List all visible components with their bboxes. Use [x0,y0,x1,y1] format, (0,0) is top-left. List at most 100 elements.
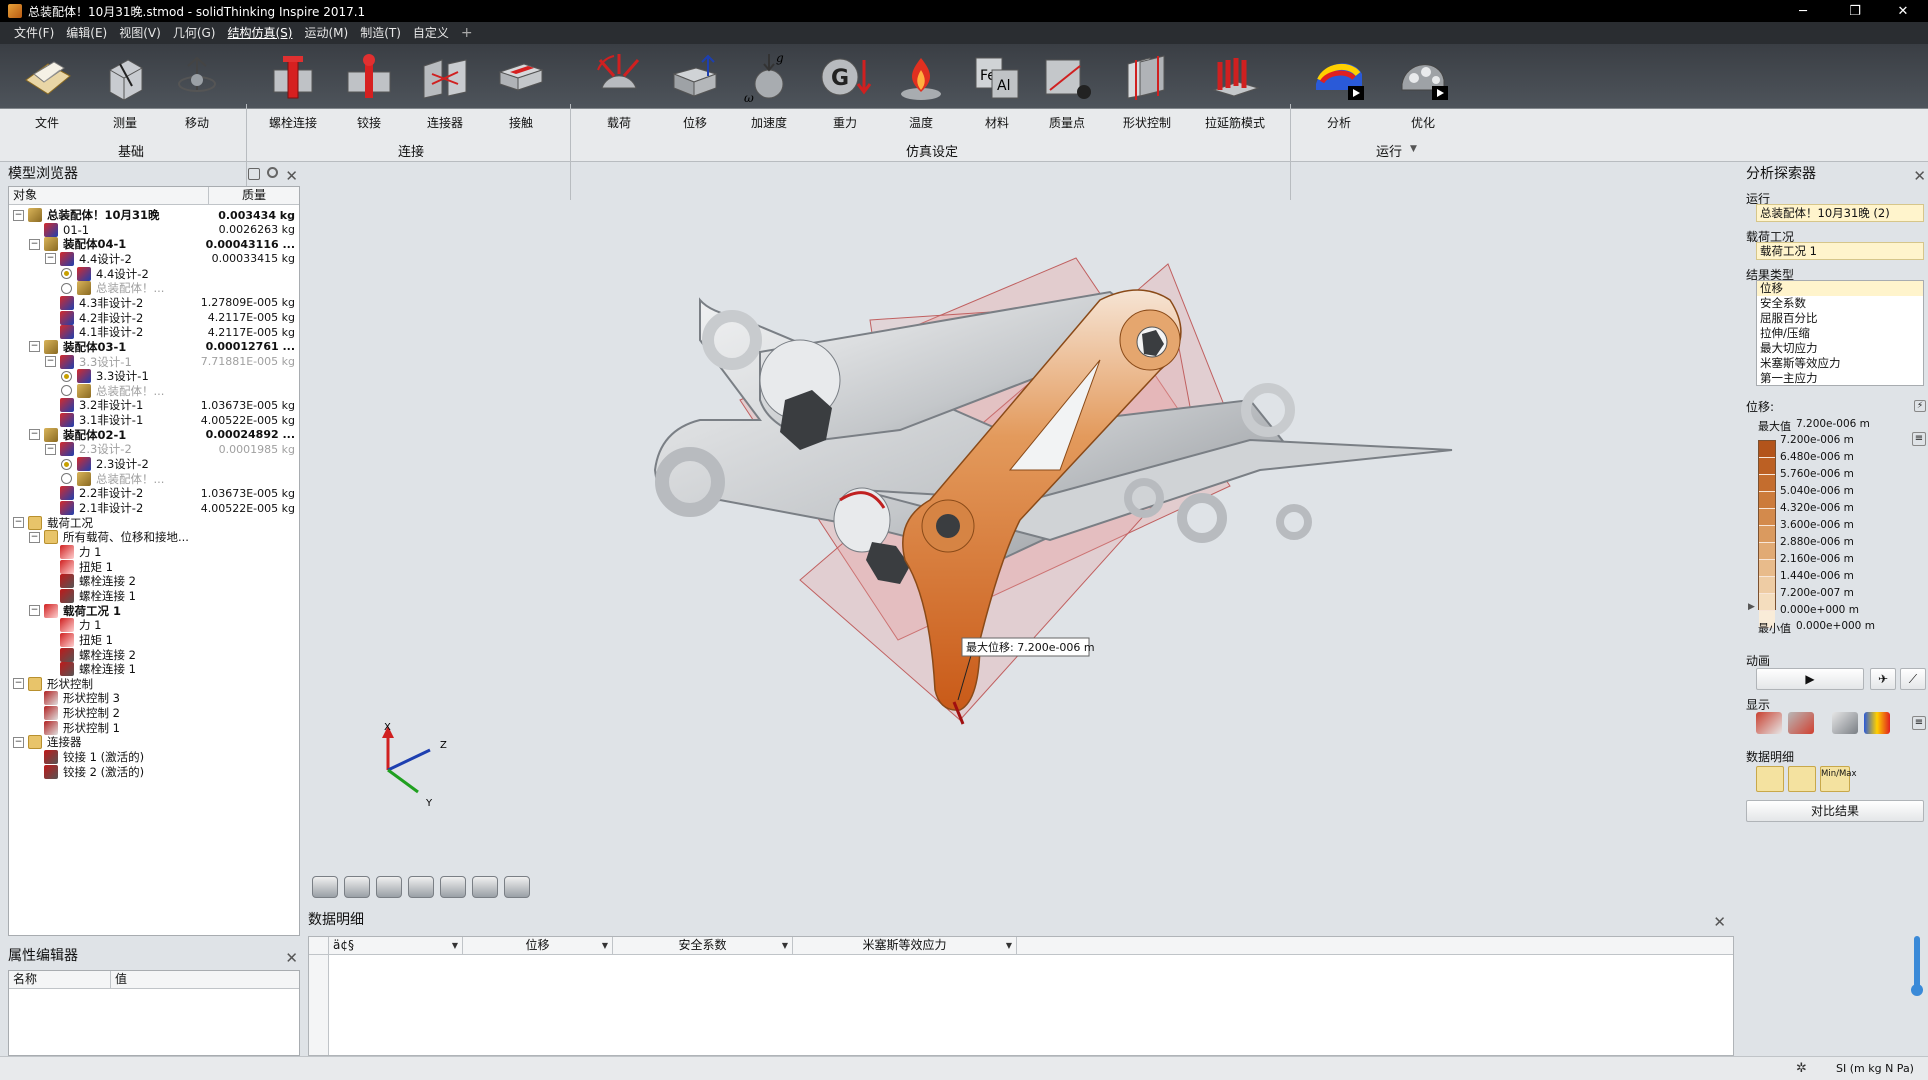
column-header-name[interactable]: ä¢§ ▼ [329,937,463,954]
collapse-toggle-icon[interactable]: − [13,209,24,221]
frame-mount-hole[interactable] [1276,504,1312,540]
acceleration-tool-button[interactable]: gω 加速度 [736,50,802,131]
result-type-item[interactable]: 拉伸/压缩 [1757,326,1923,341]
file-tool-button[interactable]: 文件 [14,50,80,131]
collapse-toggle-icon[interactable]: − [45,356,56,367]
collapse-toggle-icon[interactable]: − [29,605,40,617]
bolt-tool-button[interactable]: 螺栓连接 [260,50,326,131]
minmax-button[interactable]: Min/Max [1820,766,1857,792]
collapse-toggle-icon[interactable]: − [45,443,56,455]
result-type-item[interactable]: 第一主应力 [1757,371,1923,386]
table-icon[interactable] [1788,766,1816,792]
variant-radio[interactable] [61,282,72,294]
legend-options-icon[interactable]: ⚡ [1914,400,1926,412]
section-cut-icon[interactable] [376,876,402,898]
variant-radio[interactable] [61,458,72,470]
contour-icon[interactable] [1864,712,1890,734]
pin-icon[interactable] [248,168,260,180]
column-header-von-mises[interactable]: 米塞斯等效应力 ▼ [793,937,1017,954]
variant-radio[interactable] [61,268,72,280]
temperature-tool-button[interactable]: 温度 [888,50,954,131]
collapse-toggle-icon[interactable]: − [29,429,40,441]
chevron-down-icon[interactable]: ▼ [452,937,458,954]
rotate-view-icon[interactable] [472,876,498,898]
3d-viewport[interactable]: 最大位移: 7.200e-006 m X Z Y [300,162,1730,902]
collapse-toggle-icon[interactable]: − [13,517,24,529]
measure-tool-button[interactable]: 测量 [92,50,158,131]
load-tool-button[interactable]: 载荷 [586,50,652,131]
analyze-tool-button[interactable]: 分析 [1306,50,1372,131]
zoom-icon[interactable] [440,876,466,898]
close-icon[interactable]: ✕ [1713,910,1726,934]
scrollbar-thumb[interactable] [1914,936,1920,988]
variant-radio[interactable] [61,385,72,397]
result-type-item[interactable]: 位移 [1757,281,1923,296]
chevron-down-icon[interactable]: ▼ [1006,937,1012,954]
display-menu-icon[interactable]: ≡ [1912,716,1926,730]
joint-tool-button[interactable]: 铰接 [336,50,402,131]
menu-manufacture[interactable]: 制造(T) [354,22,407,44]
camera-icon[interactable] [344,876,370,898]
menu-structure-sim[interactable]: 结构仿真(S) [221,22,298,44]
probe-icon[interactable] [1756,766,1784,792]
column-header-mass[interactable]: 质量 [209,187,299,204]
collapse-toggle-icon[interactable]: − [13,736,24,748]
mass-point-tool-button[interactable]: 质量点 [1034,50,1100,131]
result-type-item[interactable]: 最大切应力 [1757,341,1923,356]
result-type-item[interactable]: 安全系数 [1757,296,1923,311]
settings-gear-icon[interactable]: ✲ [1796,1061,1807,1076]
menu-customize[interactable]: 自定义 [407,22,455,44]
close-icon[interactable]: ✕ [285,946,298,970]
column-header-object[interactable]: 对象 [9,187,209,204]
undeformed-shape-icon[interactable] [1788,712,1814,734]
draw-bead-tool-button[interactable]: 拉延筋模式 [1202,50,1268,131]
search-icon[interactable] [267,167,278,178]
restore-button[interactable]: ❐ [1832,0,1878,22]
unit-system-label[interactable]: SI (m kg N Pa) [1836,1062,1914,1075]
compare-results-button[interactable]: 对比结果 [1746,800,1924,822]
loadcase-select[interactable]: 载荷工况 1 [1756,242,1924,260]
gravity-tool-button[interactable]: G 重力 [812,50,878,131]
move-tool-button[interactable]: 移动 [164,50,230,131]
chevron-down-icon[interactable]: ▼ [602,937,608,954]
shape-control-tool-button[interactable]: 形状控制 [1114,50,1180,131]
tree-row[interactable]: 铰接 2 (激活的) [9,763,299,781]
legend-menu-icon[interactable]: ≡ [1912,432,1926,446]
menu-file[interactable]: 文件(F) [8,22,60,44]
optimize-tool-button[interactable]: 优化 [1390,50,1456,131]
material-tool-button[interactable]: Fe Al 材料 [964,50,1030,131]
close-icon[interactable]: ✕ [285,164,298,188]
run-group-dropdown-icon[interactable]: ▼ [1410,144,1417,154]
selection-filter-icon[interactable] [408,876,434,898]
play-animation-button[interactable]: ▶ [1756,668,1864,690]
menu-edit[interactable]: 编辑(E) [60,22,113,44]
collapse-toggle-icon[interactable]: − [45,253,56,265]
minimize-button[interactable]: ─ [1780,0,1826,22]
view-cube-icon[interactable] [504,876,530,898]
bolt-head[interactable] [936,514,960,538]
deformed-shape-icon[interactable] [1756,712,1782,734]
result-type-item[interactable]: 米塞斯等效应力 [1757,356,1923,371]
collapse-toggle-icon[interactable]: − [29,238,40,250]
connector-tool-button[interactable]: 连接器 [412,50,478,131]
column-header-safety-factor[interactable]: 安全系数 ▼ [613,937,793,954]
run-select[interactable]: 总装配体！10月31晚 (2) [1756,204,1924,222]
variant-radio[interactable] [61,370,72,382]
chevron-down-icon[interactable]: ▼ [782,937,788,954]
collapse-toggle-icon[interactable]: − [29,341,40,353]
view-eye-icon[interactable] [312,876,338,898]
frame-mount-hole[interactable] [1177,493,1227,543]
collapse-toggle-icon[interactable]: − [29,531,40,543]
result-type-item[interactable]: 屈服百分比 [1757,311,1923,326]
menu-motion[interactable]: 运动(M) [298,22,354,44]
variant-radio[interactable] [61,473,72,485]
column-header-displacement[interactable]: 位移 ▼ [463,937,613,954]
close-icon[interactable]: ✕ [1913,164,1926,188]
displacement-tool-button[interactable]: 位移 [662,50,728,131]
animation-speed-icon[interactable]: ✈ [1870,668,1896,690]
add-ribbon-plus-icon[interactable]: + [455,25,479,41]
animation-settings-icon[interactable]: ⟋ [1900,668,1926,690]
contact-tool-button[interactable]: 接触 [488,50,554,131]
scrollbar-handle[interactable] [1911,984,1923,996]
menu-view[interactable]: 视图(V) [113,22,167,44]
